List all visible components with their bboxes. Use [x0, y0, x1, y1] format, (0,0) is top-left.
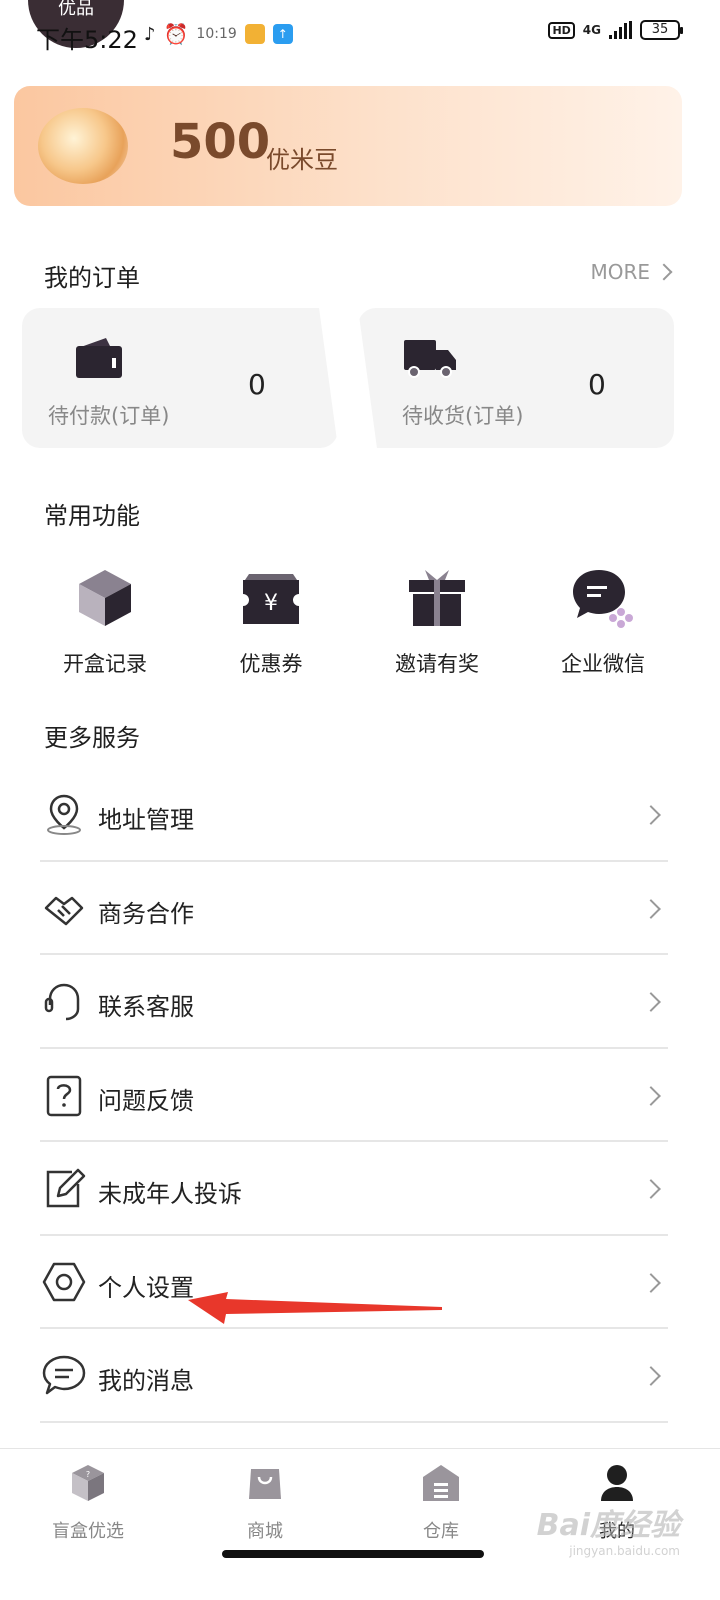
order-label: 待收货(订单) — [402, 404, 524, 428]
shopping-bag-icon — [249, 1469, 281, 1499]
function-label: 邀请有奖 — [395, 652, 479, 676]
service-label: 未成年人投诉 — [98, 1180, 242, 1208]
chevron-right-icon — [655, 263, 673, 281]
orders-more-link[interactable]: MORE — [590, 260, 673, 284]
chevron-right-icon — [641, 1179, 661, 1199]
status-bar: 优品 下午5:22 ♪ ⏰ 10:19 ↑ HD 4G 35 — [0, 0, 720, 70]
chevron-right-icon — [641, 992, 661, 1012]
question-icon — [46, 1075, 82, 1116]
functions-title: 常用功能 — [44, 502, 140, 530]
watermark: Bai度经验 jingyan.baidu.com — [537, 1500, 680, 1558]
battery-icon: 35 — [640, 20, 683, 40]
chevron-right-icon — [641, 805, 661, 825]
handshake-icon — [44, 896, 84, 925]
svg-text:?: ? — [86, 1470, 90, 1479]
upload-icon: ↑ — [272, 24, 293, 44]
tab-warehouse[interactable]: 仓库 — [381, 1463, 501, 1543]
user-icon — [601, 1465, 633, 1501]
tab-label: 盲盒优选 — [52, 1521, 124, 1542]
function-label: 企业微信 — [561, 652, 645, 676]
blindbox-icon: ? — [72, 1465, 104, 1501]
network-label: 4G — [582, 23, 601, 37]
home-indicator[interactable] — [222, 1550, 484, 1558]
order-label: 待付款(订单) — [48, 404, 170, 428]
coin-icon — [38, 108, 128, 184]
service-label: 地址管理 — [98, 806, 194, 834]
alarm-icon: ⏰ — [163, 22, 189, 46]
edit-icon — [46, 1168, 86, 1208]
watermark-sub: jingyan.baidu.com — [569, 1544, 680, 1558]
status-small-text: 10:19 — [196, 26, 237, 42]
svg-text:¥: ¥ — [264, 591, 278, 616]
order-card-pending-receipt[interactable]: 待收货(订单) 0 — [358, 308, 674, 448]
function-label: 开盒记录 — [63, 652, 147, 676]
mute-icon: ♪ — [144, 23, 156, 45]
service-messages[interactable]: 我的消息 — [40, 1329, 668, 1423]
points-unit: 优米豆 — [266, 146, 338, 174]
signal-icon — [609, 21, 632, 39]
avatar-text: 优品 — [58, 0, 94, 19]
tab-label: 仓库 — [423, 1521, 459, 1542]
hexagon-settings-icon — [42, 1262, 86, 1301]
service-feedback[interactable]: 问题反馈 — [40, 1049, 668, 1142]
tab-mall[interactable]: 商城 — [205, 1463, 325, 1543]
points-value: 500 — [170, 114, 271, 170]
tab-label: 商城 — [247, 1521, 283, 1542]
chevron-right-icon — [641, 1085, 661, 1106]
message-icon — [42, 1355, 86, 1395]
chevron-right-icon — [641, 1272, 661, 1293]
service-label: 个人设置 — [98, 1273, 194, 1302]
annotation-arrow-icon — [188, 1292, 442, 1324]
wallet-icon — [76, 338, 122, 378]
order-count: 0 — [588, 368, 606, 401]
service-label: 我的消息 — [98, 1367, 194, 1395]
service-business[interactable]: 商务合作 — [40, 862, 668, 955]
box-icon — [79, 570, 131, 626]
service-support[interactable]: 联系客服 — [40, 955, 668, 1049]
wecom-icon — [573, 570, 633, 628]
truck-icon — [404, 340, 456, 378]
service-address[interactable]: 地址管理 — [40, 768, 668, 862]
notification-badge-icon — [244, 24, 265, 44]
more-label: MORE — [590, 260, 650, 284]
watermark-text: Bai度经验 — [536, 1508, 680, 1543]
orders-title: 我的订单 — [44, 264, 140, 292]
order-card-pending-payment[interactable]: 待付款(订单) 0 — [22, 308, 338, 448]
coupon-icon: ¥ — [243, 574, 299, 624]
order-count: 0 — [248, 368, 266, 401]
gift-icon — [409, 570, 465, 626]
service-label: 联系客服 — [98, 993, 194, 1021]
tab-blindbox[interactable]: ? 盲盒优选 — [28, 1463, 148, 1543]
headset-icon — [44, 983, 80, 1021]
services-title: 更多服务 — [44, 724, 140, 752]
function-box-records[interactable]: 开盒记录 — [25, 566, 185, 678]
function-coupons[interactable]: ¥ 优惠券 — [191, 566, 351, 678]
service-label: 商务合作 — [98, 899, 194, 928]
location-icon — [47, 794, 81, 835]
points-card[interactable]: 500 优米豆 — [14, 86, 682, 206]
function-label: 优惠券 — [239, 652, 303, 676]
function-invite[interactable]: 邀请有奖 — [357, 566, 517, 678]
warehouse-icon — [423, 1465, 459, 1501]
function-wecom[interactable]: 企业微信 — [523, 566, 683, 678]
chevron-right-icon — [641, 1366, 661, 1386]
service-label: 问题反馈 — [98, 1086, 194, 1115]
hd-icon: HD — [548, 21, 575, 39]
service-minor-complaint[interactable]: 未成年人投诉 — [40, 1142, 668, 1236]
chevron-right-icon — [641, 898, 661, 919]
status-time: 下午5:22 — [36, 26, 138, 54]
